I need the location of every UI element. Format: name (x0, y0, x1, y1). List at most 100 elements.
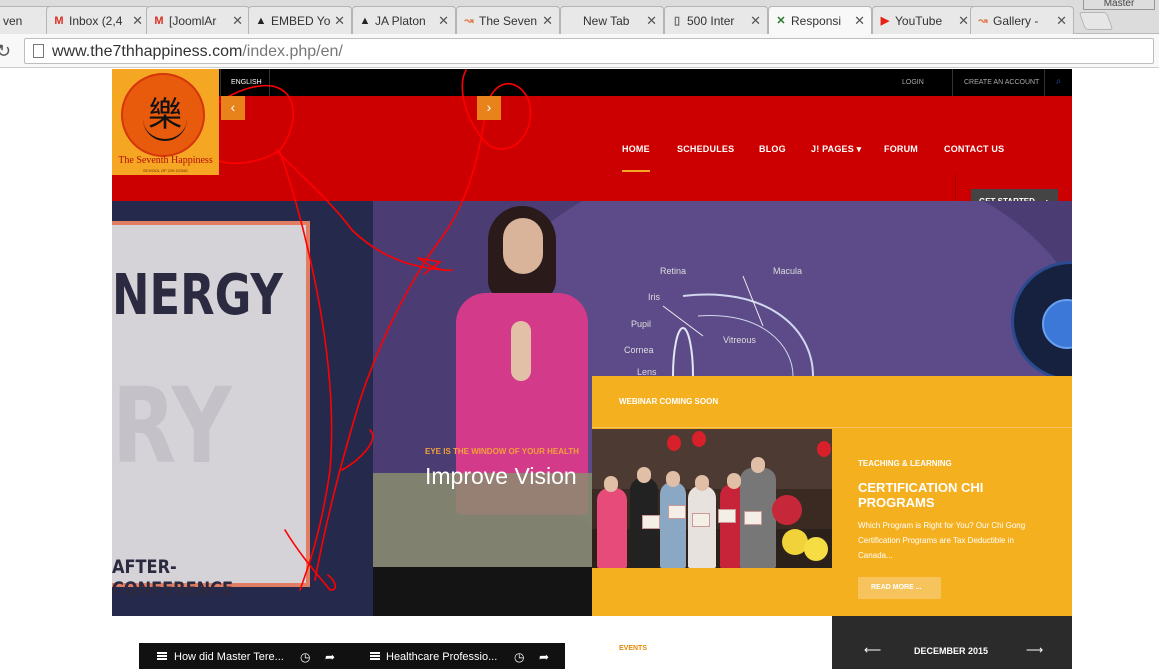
reload-icon[interactable]: ↻ (0, 41, 11, 62)
tab-label: JA Platon (375, 14, 426, 28)
browser-tab[interactable]: ▲ JA Platon ✕ (352, 6, 456, 34)
nav-home[interactable]: HOME (622, 144, 650, 172)
calendar-prev-arrow[interactable]: ⟵ (864, 643, 881, 657)
calendar-next-arrow[interactable]: ⟶ (1026, 643, 1043, 657)
face-image (637, 467, 651, 483)
webinar-title[interactable]: CERTIFICATION CHI PROGRAMS (858, 480, 1058, 510)
person-figure (688, 486, 716, 568)
playlist-icon[interactable] (370, 652, 380, 660)
browser-tab[interactable]: ↝ Gallery - ✕ (970, 6, 1074, 34)
close-tab-icon[interactable]: ✕ (232, 13, 243, 29)
page-viewport: ENGLISH LOGIN CREATE AN ACCOUNT ⌕ HOME S… (0, 69, 1159, 669)
slider-prev-button[interactable]: ‹ (221, 96, 245, 120)
close-tab-icon[interactable]: ✕ (958, 13, 969, 29)
logo-name: The Seventh Happiness (118, 155, 213, 166)
face-image (604, 476, 618, 492)
photo-wall (592, 429, 832, 489)
label-macula: Macula (773, 266, 803, 276)
search-icon[interactable]: ⌕ (1044, 69, 1072, 96)
tab-favicon-icon: ✕ (776, 15, 786, 27)
tab-favicon-icon: ▶ (880, 15, 890, 27)
new-tab-button[interactable] (1078, 12, 1114, 30)
logo-smile (143, 119, 187, 141)
browser-tab[interactable]: ✕ Responsi ✕ (768, 6, 872, 34)
tab-favicon-icon: M (54, 15, 64, 27)
flower-image (772, 495, 802, 525)
label-retina: Retina (660, 266, 687, 276)
events-heading: EVENTS (619, 645, 648, 652)
browser-tab[interactable]: ▶ YouTube ✕ (872, 6, 976, 34)
calendar-header: ⟵ DECEMBER 2015 ⟶ (832, 616, 1072, 669)
playlist-icon[interactable] (157, 652, 167, 660)
conference-poster: NERGY RY AFTER-CONFERENCE (112, 221, 310, 600)
tab-favicon-icon: ↝ (978, 15, 988, 27)
browser-tab[interactable]: M Inbox (2,4 ✕ (46, 6, 150, 34)
face-image (727, 473, 741, 489)
top-utility-bar: ENGLISH LOGIN CREATE AN ACCOUNT ⌕ (112, 69, 1072, 96)
login-link[interactable]: LOGIN (902, 79, 924, 86)
webinar-panel: WEBINAR COMING SOON TEACHING & LEARNING … (592, 376, 1072, 616)
video-title[interactable]: Healthcare Professio... (386, 651, 497, 663)
close-tab-icon[interactable]: ✕ (646, 13, 657, 29)
label-iris: Iris (648, 292, 660, 302)
hero-side-slide[interactable]: NERGY RY AFTER-CONFERENCE (112, 201, 373, 616)
browser-tab-bar: ven✕MInbox (2,4✕M[JoomlAr✕▲EMBED Yo✕▲JA … (0, 0, 1159, 34)
poster-ry-text: RY (112, 365, 232, 487)
browser-tab[interactable]: ▲ EMBED Yo ✕ (248, 6, 352, 34)
hero-title[interactable]: Improve Vision (425, 463, 577, 490)
instructor-hands (511, 321, 531, 381)
face-image (666, 471, 680, 487)
tab-label: The Seven (479, 14, 538, 28)
face-image (751, 457, 765, 473)
share-icon[interactable]: ➦ (539, 650, 549, 664)
close-tab-icon[interactable]: ✕ (854, 13, 865, 29)
browser-toolbar: ↻ www.the7thhappiness.com/index.php/en/ (0, 34, 1159, 68)
logo-emblem: 樂 (121, 73, 205, 157)
nav-forum[interactable]: FORUM (884, 144, 918, 154)
share-icon[interactable]: ➦ (325, 650, 335, 664)
slider-next-button[interactable]: › (477, 96, 501, 120)
certificate-image (718, 509, 736, 523)
clock-icon[interactable]: ◷ (300, 650, 310, 664)
website: ENGLISH LOGIN CREATE AN ACCOUNT ⌕ HOME S… (112, 69, 1072, 669)
webinar-description: Which Program is Right for You? Our Chi … (858, 521, 1026, 560)
close-tab-icon[interactable]: ✕ (542, 13, 553, 29)
read-more-button[interactable]: READ MORE ... (858, 577, 941, 599)
nav-contact-us[interactable]: CONTACT US (944, 144, 1004, 154)
tab-label: Inbox (2,4 (69, 14, 123, 28)
create-account-link[interactable]: CREATE AN ACCOUNT (952, 69, 1049, 96)
hero-slider: NERGY RY AFTER-CONFERENCE Retina Macula … (112, 201, 1072, 616)
nav-jpages[interactable]: J! PAGES ▾ (811, 144, 861, 155)
close-tab-icon[interactable]: ✕ (438, 13, 449, 29)
browser-tab[interactable]: ▯ 500 Inter ✕ (664, 6, 768, 34)
page-icon (33, 44, 44, 58)
label-pupil: Pupil (631, 319, 652, 329)
close-tab-icon[interactable]: ✕ (334, 13, 345, 29)
label-cornea: Cornea (624, 345, 654, 355)
hero-eyebrow: EYE IS THE WINDOW OF YOUR HEALTH (425, 447, 579, 456)
close-tab-icon[interactable]: ✕ (1056, 13, 1067, 29)
clock-icon[interactable]: ◷ (514, 650, 524, 664)
browser-tab[interactable]: New Tab ✕ (560, 6, 664, 34)
close-tab-icon[interactable]: ✕ (132, 13, 143, 29)
certification-group-photo[interactable] (592, 429, 832, 568)
site-logo[interactable]: 樂 The Seventh Happiness SCHOOL OF CHI GO… (112, 69, 219, 175)
browser-tab[interactable]: M [JoomlAr ✕ (146, 6, 250, 34)
iris-image (1042, 299, 1072, 349)
calendar-month: DECEMBER 2015 (914, 646, 989, 656)
tab-label: Responsi (791, 14, 842, 28)
browser-tab[interactable]: ↝ The Seven ✕ (456, 6, 560, 34)
address-bar[interactable]: www.the7thhappiness.com/index.php/en/ (24, 38, 1154, 64)
video-title[interactable]: How did Master Tere... (174, 651, 284, 663)
nav-schedules[interactable]: SCHEDULES (677, 144, 734, 154)
close-tab-icon[interactable]: ✕ (750, 13, 761, 29)
nav-blog[interactable]: BLOG (759, 144, 786, 154)
tab-favicon-icon: ↝ (464, 15, 474, 27)
url-host: www.the7thhappiness.com (52, 43, 243, 60)
certificate-image (744, 511, 762, 525)
person-figure (660, 482, 686, 568)
language-switcher[interactable]: ENGLISH (220, 69, 270, 96)
url-text[interactable]: www.the7thhappiness.com/index.php/en/ (52, 43, 343, 61)
certificate-image (692, 513, 710, 527)
profile-badge[interactable]: Master (1083, 0, 1155, 10)
